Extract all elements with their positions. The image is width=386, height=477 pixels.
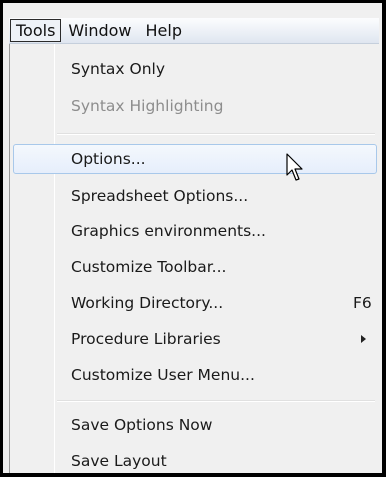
- menu-item-options[interactable]: Options...: [13, 144, 377, 174]
- menu-item-working-directory[interactable]: Working Directory... F6: [13, 288, 377, 318]
- tools-dropdown-menu: Syntax Only Syntax Highlighting Options.…: [9, 44, 379, 473]
- chevron-right-icon: [361, 335, 366, 343]
- menu-item-customize-toolbar[interactable]: Customize Toolbar...: [13, 252, 377, 282]
- menu-item-graphics-environments[interactable]: Graphics environments...: [13, 216, 377, 246]
- menu-item-label: Save Layout: [71, 452, 167, 470]
- menu-separator: [57, 133, 375, 135]
- menu-window[interactable]: Window: [61, 19, 138, 42]
- menu-help[interactable]: Help: [139, 19, 189, 42]
- screenshot-frame: Tools Window Help Syntax Only Syntax Hig…: [0, 0, 386, 477]
- menu-item-procedure-libraries[interactable]: Procedure Libraries: [13, 324, 377, 354]
- menu-item-label: Customize User Menu...: [71, 366, 255, 384]
- mouse-pointer-icon: [286, 153, 303, 181]
- menu-separator: [57, 400, 375, 402]
- menu-item-label: Syntax Highlighting: [71, 97, 224, 115]
- menu-item-label: Spreadsheet Options...: [71, 187, 249, 205]
- menu-item-save-options-now[interactable]: Save Options Now: [13, 410, 377, 440]
- menu-item-label: Graphics environments...: [71, 222, 266, 240]
- menu-item-syntax-highlighting: Syntax Highlighting: [13, 91, 377, 121]
- menu-item-spreadsheet-options[interactable]: Spreadsheet Options...: [13, 181, 377, 211]
- menu-item-label: Save Options Now: [71, 416, 213, 434]
- menu-item-label: Customize Toolbar...: [71, 258, 227, 276]
- shortcut-label: F6: [353, 294, 372, 312]
- menu-item-label: Syntax Only: [71, 60, 166, 78]
- menu-bar: Tools Window Help: [9, 18, 379, 44]
- menu-item-label: Options...: [71, 150, 146, 168]
- menu-item-syntax-only[interactable]: Syntax Only: [13, 54, 377, 84]
- menu-item-save-layout[interactable]: Save Layout: [13, 446, 377, 473]
- menu-item-label: Procedure Libraries: [71, 330, 221, 348]
- menu-item-label: Working Directory...: [71, 294, 224, 312]
- menu-tools[interactable]: Tools: [10, 19, 62, 42]
- menu-item-customize-user-menu[interactable]: Customize User Menu...: [13, 360, 377, 390]
